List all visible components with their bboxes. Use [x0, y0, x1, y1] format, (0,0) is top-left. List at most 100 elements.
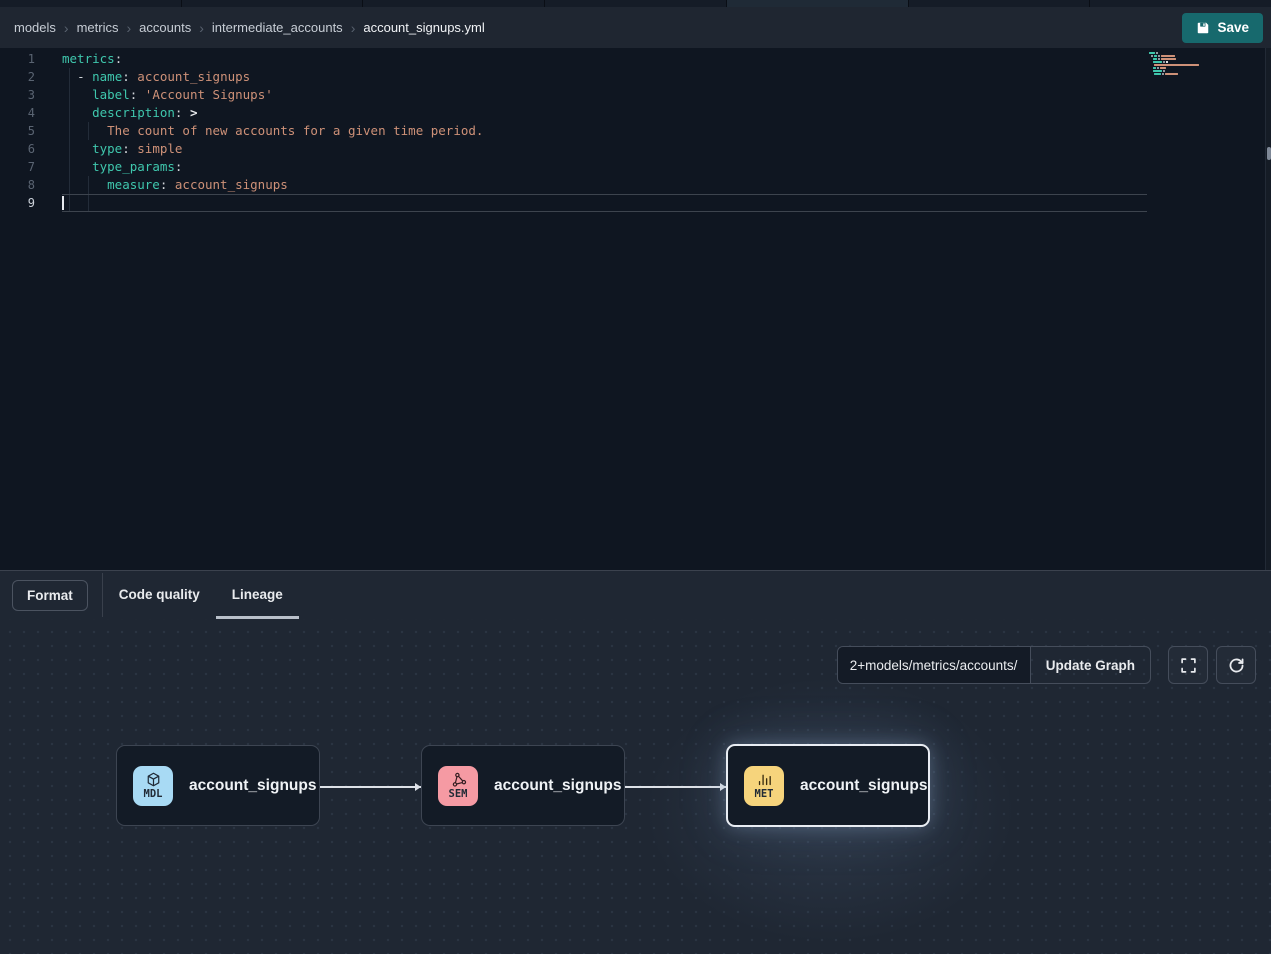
code-line-5[interactable]: 5 The count of new accounts for a given …: [0, 122, 1271, 140]
semantic-layer-icon: [450, 771, 467, 788]
update-graph-button[interactable]: Update Graph: [1030, 647, 1150, 683]
minimap[interactable]: [1149, 52, 1213, 75]
indent-guide: [69, 122, 70, 140]
line-number: 6: [0, 140, 35, 158]
indent-guide: [69, 158, 70, 176]
code-text: [62, 194, 1147, 212]
minimap-line: [1149, 70, 1213, 72]
refresh-button[interactable]: [1216, 646, 1256, 684]
breadcrumb-item[interactable]: accounts: [139, 20, 191, 35]
indent-guide: [69, 195, 70, 211]
code-line-6[interactable]: 6 type: simple: [0, 140, 1271, 158]
editor-tab-strip: [0, 0, 1271, 7]
lineage-edge: [625, 786, 726, 788]
editor-scrollbar[interactable]: [1265, 48, 1271, 570]
line-number: 2: [0, 68, 35, 86]
minimap-line: [1149, 64, 1213, 66]
format-button[interactable]: Format: [12, 580, 88, 611]
indent-guide: [88, 176, 89, 194]
sem-badge: SEM: [438, 766, 478, 806]
fullscreen-icon: [1180, 657, 1197, 674]
code-line-3[interactable]: 3 label: 'Account Signups': [0, 86, 1271, 104]
chevron-right-icon: ›: [64, 21, 69, 35]
line-number: 8: [0, 176, 35, 194]
lineage-selector-group: Update Graph: [837, 646, 1151, 684]
save-floppy-icon: [1196, 21, 1210, 35]
code-line-2[interactable]: 2 - name: account_signups: [0, 68, 1271, 86]
editor-file-tab-3[interactable]: [363, 0, 544, 7]
code-line-4[interactable]: 4 description: >: [0, 104, 1271, 122]
line-number: 9: [0, 194, 35, 212]
badge-label: MDL: [144, 789, 163, 800]
editor-file-tab-5[interactable]: [727, 0, 908, 7]
node-label: account_signups: [189, 777, 316, 795]
indent-guide: [88, 195, 89, 211]
lineage-canvas[interactable]: Update Graph: [0, 619, 1271, 954]
save-button[interactable]: Save: [1182, 13, 1263, 43]
lineage-node-sem[interactable]: SEM account_signups: [421, 745, 625, 826]
code-line-1[interactable]: 1 metrics:: [0, 50, 1271, 68]
indent-guide: [69, 68, 70, 86]
indent-guide: [88, 122, 89, 140]
refresh-icon: [1228, 657, 1245, 674]
code-text: measure: account_signups: [62, 176, 1271, 194]
line-number: 7: [0, 158, 35, 176]
indent-guide: [69, 176, 70, 194]
minimap-line: [1149, 67, 1213, 69]
chevron-right-icon: ›: [199, 21, 204, 35]
editor-file-tab-7[interactable]: [1090, 0, 1271, 7]
lineage-node-mdl[interactable]: MDL account_signups: [116, 745, 320, 826]
text-cursor: [62, 196, 64, 210]
bottom-panel: Format Code quality Lineage Update Graph: [0, 570, 1271, 954]
line-number: 3: [0, 86, 35, 104]
chevron-right-icon: ›: [351, 21, 356, 35]
badge-label: SEM: [449, 789, 468, 800]
editor-file-tab-6[interactable]: [909, 0, 1090, 7]
code-text: type_params:: [62, 158, 1271, 176]
chevron-right-icon: ›: [126, 21, 131, 35]
node-label: account_signups: [800, 777, 927, 795]
code-text: description: >: [62, 104, 1271, 122]
lineage-edge: [320, 786, 421, 788]
code-text: type: simple: [62, 140, 1271, 158]
badge-label: MET: [755, 789, 774, 800]
minimap-line: [1149, 58, 1213, 60]
code-text: label: 'Account Signups': [62, 86, 1271, 104]
lineage-node-met[interactable]: MET account_signups: [726, 744, 930, 827]
lineage-selector-input[interactable]: [838, 647, 1030, 683]
breadcrumb-item[interactable]: intermediate_accounts: [212, 20, 343, 35]
fullscreen-button[interactable]: [1168, 646, 1208, 684]
code-text: metrics:: [62, 50, 1271, 68]
tab-lineage[interactable]: Lineage: [216, 571, 299, 619]
tab-code-quality[interactable]: Code quality: [103, 571, 216, 619]
metric-chart-icon: [756, 771, 773, 788]
editor-file-tab-2[interactable]: [182, 0, 363, 7]
indent-guide: [69, 104, 70, 122]
minimap-line: [1149, 52, 1213, 54]
breadcrumb: models › metrics › accounts › intermediate_acc…: [14, 20, 485, 35]
code-text: The count of new accounts for a given ti…: [62, 122, 1271, 140]
scrollbar-thumb[interactable]: [1267, 147, 1271, 160]
node-label: account_signups: [494, 777, 621, 795]
editor-file-tab-4[interactable]: [545, 0, 726, 7]
lineage-controls: Update Graph: [837, 646, 1256, 684]
line-number: 4: [0, 104, 35, 122]
code-text: - name: account_signups: [62, 68, 1271, 86]
code-line-9[interactable]: 9: [0, 194, 1271, 212]
breadcrumb-item[interactable]: account_signups.yml: [363, 20, 484, 35]
code-line-8[interactable]: 8 measure: account_signups: [0, 176, 1271, 194]
indent-guide: [69, 140, 70, 158]
cube-icon: [145, 771, 162, 788]
bottom-panel-header: Format Code quality Lineage: [0, 571, 1271, 619]
breadcrumb-item[interactable]: models: [14, 20, 56, 35]
breadcrumb-item[interactable]: metrics: [77, 20, 119, 35]
breadcrumb-bar: models › metrics › accounts › intermediate_acc…: [0, 7, 1271, 48]
code-editor[interactable]: 1metrics:2 - name: account_signups3 labe…: [0, 48, 1271, 570]
met-badge: MET: [744, 766, 784, 806]
code-line-7[interactable]: 7 type_params:: [0, 158, 1271, 176]
minimap-line: [1149, 61, 1213, 63]
ide-window: models › metrics › accounts › intermediate_acc…: [0, 0, 1271, 954]
editor-file-tab-1[interactable]: [0, 0, 181, 7]
line-number: 1: [0, 50, 35, 68]
indent-guide: [69, 86, 70, 104]
